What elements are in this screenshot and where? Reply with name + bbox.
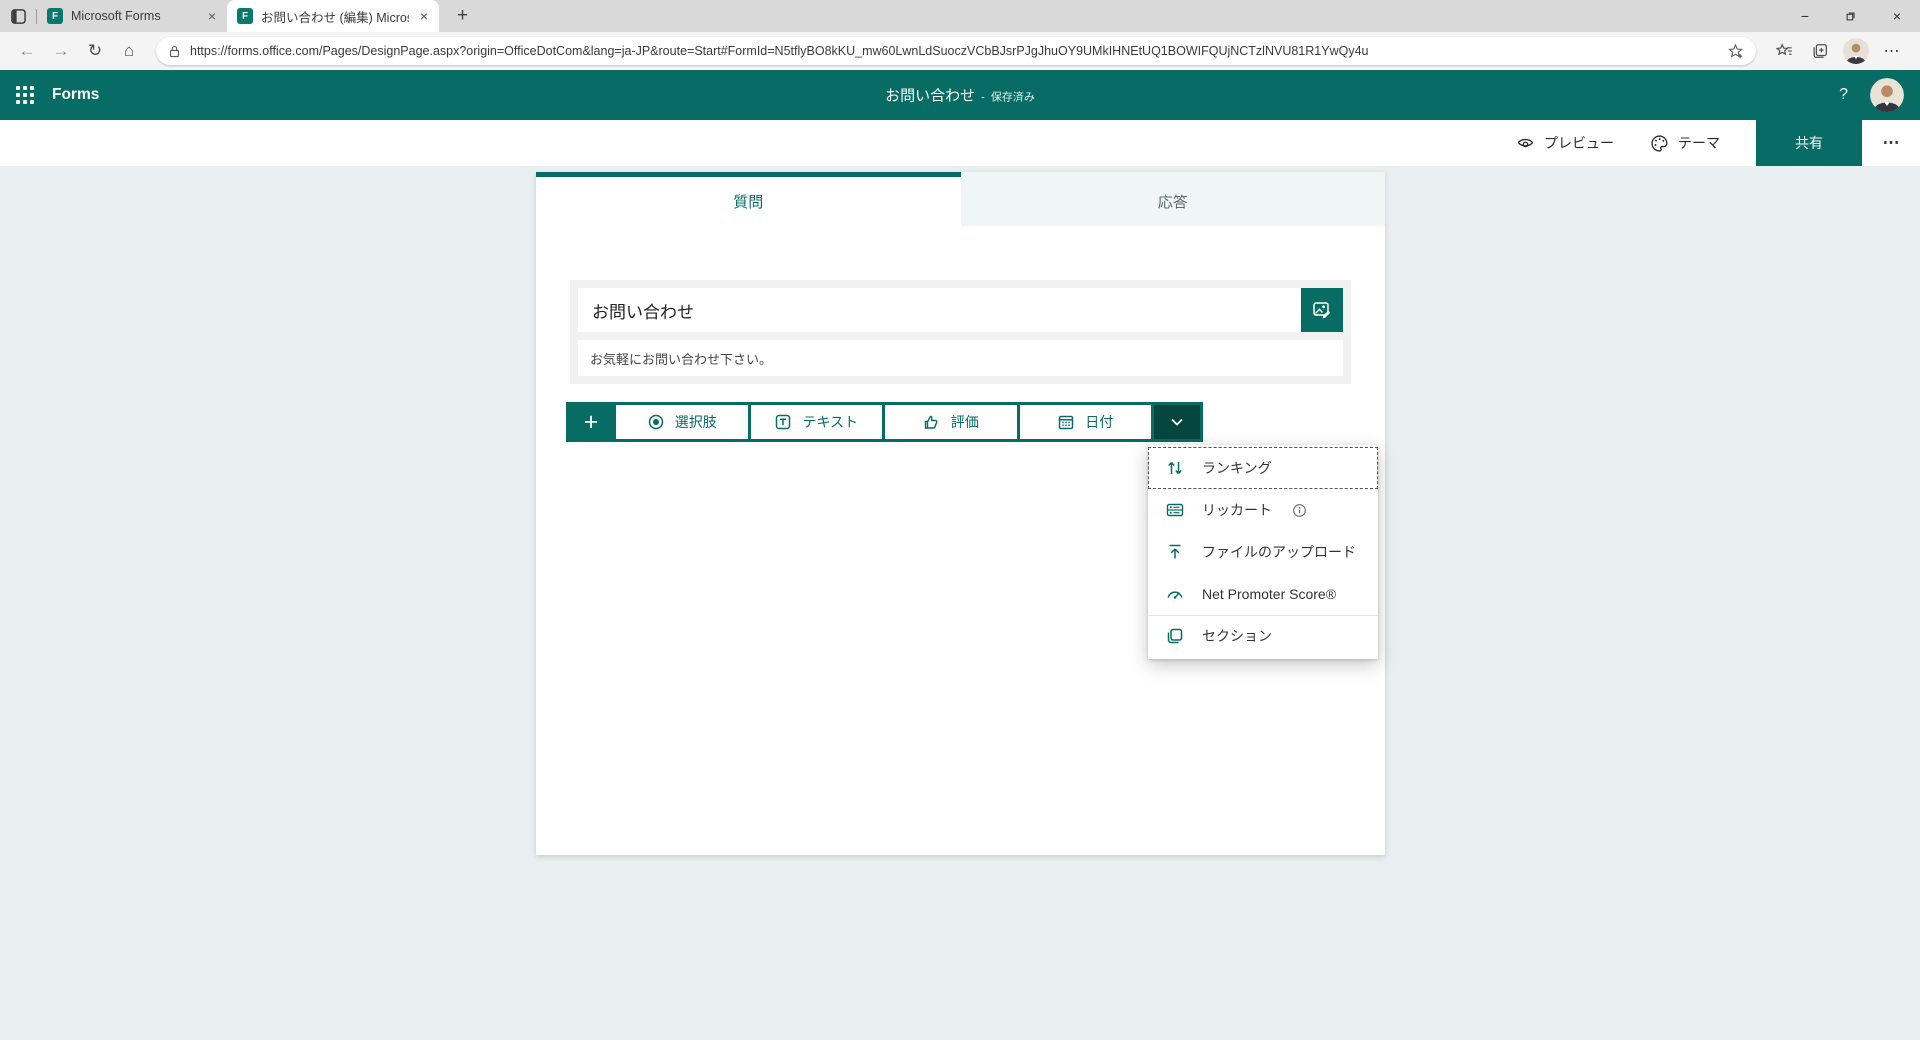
menu-item-file-upload[interactable]: ファイルのアップロード [1148, 531, 1378, 573]
profile-avatar [1843, 38, 1869, 64]
browser-titlebar: F Microsoft Forms × F お問い合わせ (編集) Micros… [0, 0, 1920, 32]
close-window-button[interactable]: × [1874, 0, 1920, 32]
question-type-menu: ランキング リッカート [1148, 445, 1378, 659]
calendar-icon [1057, 413, 1075, 431]
designer-tabs: 質問 応答 [536, 172, 1385, 226]
add-question-toolbar: + 選択肢 テキスト 評価 [566, 402, 1203, 442]
new-tab-button[interactable]: + [451, 5, 474, 27]
tab-questions[interactable]: 質問 [536, 172, 961, 226]
help-button[interactable]: ? [1839, 86, 1848, 104]
insert-image-button[interactable] [1301, 288, 1343, 332]
back-button[interactable]: ← [12, 36, 42, 66]
question-type-choice-button[interactable]: 選択肢 [616, 405, 748, 439]
forms-favicon: F [237, 8, 253, 24]
tab-title: お問い合わせ (編集) Microsoft For [261, 7, 409, 26]
brand-name: Forms [52, 86, 99, 104]
menu-item-label: リッカート [1202, 500, 1272, 520]
app-launcher-button[interactable] [0, 70, 50, 120]
restore-button[interactable] [1828, 0, 1874, 32]
form-action-bar: プレビュー テーマ 共有 ⋯ [0, 120, 1920, 166]
menu-item-section[interactable]: セクション [1148, 615, 1378, 657]
upload-icon [1165, 542, 1185, 562]
add-question-button[interactable]: + [569, 405, 613, 439]
minimize-button[interactable]: − [1782, 0, 1828, 32]
likert-icon [1165, 500, 1185, 520]
ellipsis-icon: ⋯ [1884, 41, 1901, 61]
menu-item-label: Net Promoter Score® [1202, 586, 1336, 602]
restore-icon [1845, 10, 1857, 22]
workspaces-icon [10, 8, 27, 25]
collections-icon [1811, 42, 1829, 60]
radio-icon [647, 413, 665, 431]
share-button[interactable]: 共有 [1756, 120, 1862, 166]
page-background: 質問 応答 + [0, 166, 1920, 1040]
collections-button[interactable] [1804, 36, 1836, 66]
url-input[interactable] [190, 44, 1718, 58]
image-edit-icon [1311, 299, 1333, 321]
refresh-button[interactable]: ↻ [80, 36, 110, 66]
menu-item-label: ランキング [1202, 458, 1272, 478]
tab-title: Microsoft Forms [71, 9, 197, 23]
forms-favicon: F [47, 8, 63, 24]
tab-responses[interactable]: 応答 [961, 172, 1386, 226]
form-designer-card: 質問 応答 + [536, 172, 1385, 855]
question-type-date-button[interactable]: 日付 [1020, 405, 1152, 439]
text-label: テキスト [802, 412, 858, 432]
palette-icon [1650, 134, 1669, 153]
document-title: お問い合わせ - 保存済み [885, 85, 1035, 106]
forms-app-header: Forms お問い合わせ - 保存済み ? [0, 70, 1920, 120]
browser-toolbar: ← → ↻ ⌂ [0, 32, 1920, 70]
form-description-input[interactable] [578, 340, 1343, 376]
title-separator: - [981, 92, 985, 104]
form-header-block[interactable] [570, 280, 1351, 384]
browser-profile-button[interactable] [1840, 36, 1872, 66]
tab-workspaces-button[interactable] [0, 0, 36, 32]
window-controls: − × [1782, 0, 1920, 32]
menu-item-likert[interactable]: リッカート [1148, 489, 1378, 531]
rating-label: 評価 [951, 412, 979, 432]
forward-button[interactable]: → [46, 36, 76, 66]
choice-label: 選択肢 [675, 412, 717, 432]
waffle-icon [16, 86, 34, 104]
account-avatar[interactable] [1870, 78, 1904, 112]
bookmark-add-icon[interactable] [1727, 43, 1744, 60]
thumbs-up-icon [923, 413, 941, 431]
ranking-icon [1165, 458, 1185, 478]
favorites-button[interactable] [1768, 36, 1800, 66]
lock-icon [168, 44, 181, 59]
menu-item-nps[interactable]: Net Promoter Score® [1148, 573, 1378, 615]
browser-settings-button[interactable]: ⋯ [1876, 36, 1908, 66]
text-icon [774, 413, 792, 431]
menu-item-label: ファイルのアップロード [1202, 542, 1356, 562]
tab-close-button[interactable]: × [417, 8, 431, 24]
form-more-button[interactable]: ⋯ [1862, 133, 1920, 153]
preview-button[interactable]: プレビュー [1516, 133, 1614, 153]
chevron-down-icon [1169, 414, 1185, 430]
form-title-input[interactable] [578, 288, 1301, 332]
browser-tab-design-page[interactable]: F お問い合わせ (編集) Microsoft For × [227, 0, 439, 32]
section-icon [1165, 626, 1185, 646]
favorites-icon [1775, 42, 1793, 60]
browser-tab-forms-home[interactable]: F Microsoft Forms × [37, 0, 227, 32]
question-type-text-button[interactable]: テキスト [751, 405, 883, 439]
menu-item-ranking[interactable]: ランキング [1148, 447, 1378, 489]
save-status: 保存済み [991, 89, 1035, 105]
theme-label: テーマ [1678, 133, 1720, 153]
question-type-rating-button[interactable]: 評価 [885, 405, 1017, 439]
theme-button[interactable]: テーマ [1650, 133, 1720, 153]
preview-label: プレビュー [1544, 133, 1614, 153]
menu-item-label: セクション [1202, 626, 1272, 646]
date-label: 日付 [1085, 412, 1113, 432]
eye-icon [1516, 134, 1535, 153]
info-icon[interactable] [1292, 503, 1307, 518]
home-button[interactable]: ⌂ [114, 36, 144, 66]
document-title-text: お問い合わせ [885, 85, 975, 106]
more-question-types-button[interactable] [1154, 405, 1200, 439]
address-bar[interactable] [156, 37, 1756, 65]
tab-close-button[interactable]: × [205, 8, 219, 24]
gauge-icon [1165, 584, 1185, 604]
